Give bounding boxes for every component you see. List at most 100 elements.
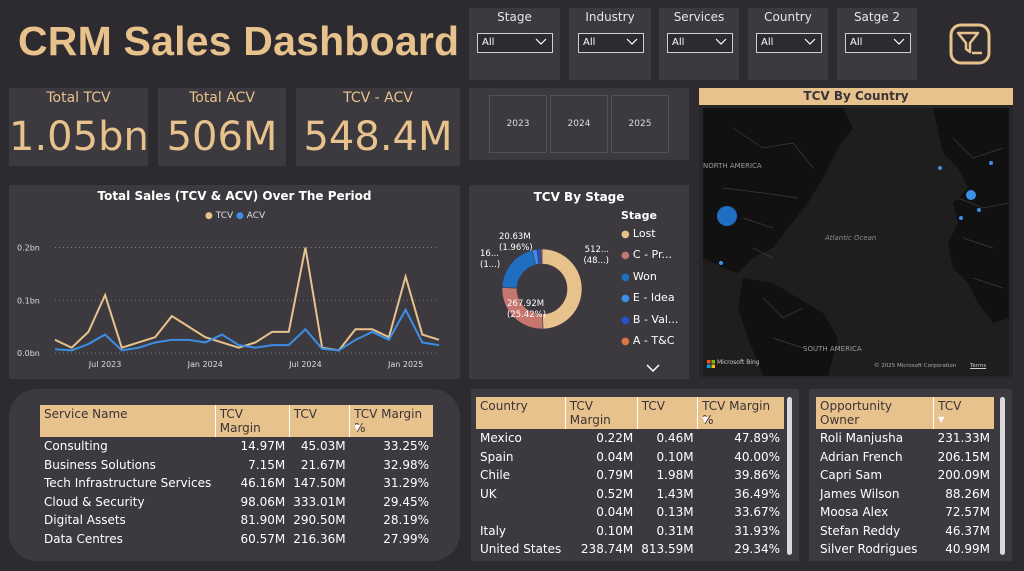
service-cell: 45.03M — [300, 439, 346, 454]
service-cell: 60.57M — [240, 531, 286, 546]
country-cell: 0.46M — [656, 431, 694, 446]
tcv-by-stage-chart: TCV By Stage 512... (48...) 267.92M (25.42%… — [469, 185, 689, 379]
table-row[interactable]: Tech Infrastructure Services 46.16M 147.50… — [40, 474, 433, 493]
vertical-scrollbar[interactable] — [787, 397, 792, 555]
table-row[interactable]: Cloud & Security 98.06M 333.01M 29.45% — [40, 493, 433, 512]
col-tcv[interactable]: TCV — [637, 397, 699, 429]
service-cell: 7.15M — [248, 457, 286, 472]
legend-item[interactable]: ● E - Idea — [621, 291, 687, 312]
table-row[interactable]: Spain 0.04M 0.10M 40.00% — [476, 448, 784, 467]
table-row[interactable]: 0.04M 0.13M 33.67% — [476, 503, 784, 522]
vertical-scrollbar[interactable] — [1000, 397, 1005, 555]
donut-slice[interactable] — [501, 249, 537, 289]
slicer-label: Satge 2 — [853, 10, 901, 24]
legend-label: Won — [632, 269, 657, 283]
legend-scroll-down-icon[interactable] — [646, 364, 660, 373]
country-cell: 39.86% — [734, 468, 780, 483]
dashboard-title: CRM Sales Dashboard — [18, 18, 460, 64]
stage-dropdown[interactable]: All — [477, 33, 553, 53]
clear-filter-icon[interactable] — [948, 22, 992, 66]
legend-label: Lost — [632, 227, 656, 240]
country-dropdown[interactable]: All — [756, 33, 822, 53]
services-dropdown[interactable]: All — [667, 33, 733, 53]
bubble-spain[interactable] — [959, 216, 963, 220]
col-tcv[interactable]: TCV ▼ — [933, 397, 994, 429]
country-cell: 29.34% — [734, 542, 780, 557]
donut-slice[interactable] — [540, 248, 543, 265]
table-row[interactable]: Adrian French 206.15M — [816, 448, 994, 467]
col-tcv-margin[interactable]: TCV Margin — [215, 405, 290, 437]
industry-dropdown[interactable]: All — [578, 33, 644, 53]
stage-2-dropdown[interactable]: All — [845, 33, 911, 53]
legend-item[interactable]: ● A - T&C — [621, 334, 687, 355]
world-map: NORTH AMERICA Atlantic Ocean SOUTH AMERI… — [703, 108, 1009, 376]
service-cell: 216.36M — [293, 531, 346, 546]
table-row[interactable]: Silver Rodrigues 40.99M — [816, 540, 994, 559]
legend-item[interactable]: ● C - Pr... — [621, 248, 687, 269]
service-cell: Consulting — [44, 439, 108, 454]
table-row[interactable]: Data Centres 60.57M 216.36M 27.99% — [40, 530, 433, 549]
table-row[interactable]: Mexico 0.22M 0.46M 47.89% — [476, 429, 784, 448]
owner-cell: 72.57M — [945, 505, 990, 520]
table-row[interactable]: Capri Sam 200.09M — [816, 466, 994, 485]
legend-item[interactable]: ● B - Val... — [621, 313, 687, 334]
slicer-label: Industry — [585, 10, 635, 24]
col-label: TCV Margin % — [702, 399, 771, 427]
service-cell: 46.16M — [240, 476, 286, 491]
legend-item[interactable]: ● Won — [621, 270, 687, 291]
donut-slice[interactable] — [541, 248, 583, 330]
service-cell: 29.45% — [383, 494, 429, 509]
year-tile-2024[interactable]: 2024 — [550, 95, 608, 153]
table-row[interactable]: Business Solutions 7.15M 21.67M 32.98% — [40, 456, 433, 475]
bubble-italy[interactable] — [977, 208, 981, 212]
donut-data-label: 512... — [585, 245, 609, 255]
slicer-industry: Industry All — [569, 8, 651, 80]
legend-item[interactable]: ● Lost — [621, 227, 687, 248]
chevron-down-icon — [626, 38, 638, 45]
col-opportunity-owner[interactable]: Opportunity Owner — [816, 397, 935, 429]
table-row[interactable]: Chile 0.79M 1.98M 39.86% — [476, 466, 784, 485]
bubble-mexico[interactable] — [719, 261, 723, 265]
owner-cell: 231.33M — [937, 431, 990, 446]
year-tile-2025[interactable]: 2025 — [611, 95, 669, 153]
table-row[interactable]: Stefan Reddy 46.37M — [816, 522, 994, 541]
series-line-tcv[interactable] — [54, 247, 440, 352]
col-country[interactable]: Country — [476, 397, 566, 429]
bubble-united-states[interactable] — [717, 206, 737, 226]
line-chart-plot[interactable]: 0.2bn 0.1bn 0.0bn Jul 2023 Jan 2024 Jul 2024 J… — [9, 185, 460, 379]
table-row[interactable]: Consulting 14.97M 45.03M 33.25% — [40, 437, 433, 456]
owner-cell: Silver Rodrigues — [820, 542, 918, 557]
dropdown-value: All — [482, 37, 495, 48]
col-tcv-margin[interactable]: TCV Margin — [565, 397, 638, 429]
x-tick-label: Jul 2023 — [88, 360, 122, 369]
country-cell: Chile — [480, 468, 511, 483]
y-tick-label: 0.0bn — [17, 349, 40, 358]
col-tcv[interactable]: TCV — [289, 405, 351, 437]
table-row[interactable]: UK 0.52M 1.43M 36.49% — [476, 485, 784, 504]
owner-table: Opportunity Owner TCV ▼ Roli Manjusha 231.… — [816, 397, 994, 559]
table-row[interactable]: Italy 0.10M 0.31M 31.93% — [476, 522, 784, 541]
table-row[interactable]: James Wilson 88.26M — [816, 485, 994, 504]
col-tcv-margin-pct[interactable]: TCV Margin % ▼ — [349, 405, 433, 437]
map-label-atlantic: Atlantic Ocean — [824, 234, 876, 242]
table-row[interactable]: United States 238.74M 813.59M 29.34% — [476, 540, 784, 559]
bing-logo-icon — [707, 360, 715, 368]
owner-cell: Roli Manjusha — [820, 431, 904, 446]
kpi-total-tcv: Total TCV 1.05bn — [9, 88, 149, 166]
table-row[interactable]: Digital Assets 81.90M 290.50M 28.19% — [40, 511, 433, 530]
country-cell: Spain — [480, 449, 514, 464]
map-terms-link[interactable]: Terms — [970, 363, 986, 369]
col-tcv-margin-pct[interactable]: TCV Margin % ▼ — [697, 397, 784, 429]
bubble-uk[interactable] — [966, 190, 976, 200]
table-row[interactable]: Moosa Alex 72.57M — [816, 503, 994, 522]
bubble-nordic[interactable] — [989, 161, 993, 165]
tcv-by-country-map[interactable]: TCV By Country NORTH AMERICA Atlantic Oc… — [699, 88, 1013, 378]
year-tile-2023[interactable]: 2023 — [489, 95, 547, 153]
service-cell: Digital Assets — [44, 513, 126, 528]
legend-dot: ● — [621, 229, 633, 240]
country-cell: 0.52M — [596, 486, 634, 501]
donut-legend: ● Lost ● C - Pr... ● Won ● E - Idea ● B - Va… — [621, 227, 687, 355]
col-service-name[interactable]: Service Name — [40, 405, 216, 437]
bubble-europe[interactable] — [938, 166, 942, 170]
table-row[interactable]: Roli Manjusha 231.33M — [816, 429, 994, 448]
